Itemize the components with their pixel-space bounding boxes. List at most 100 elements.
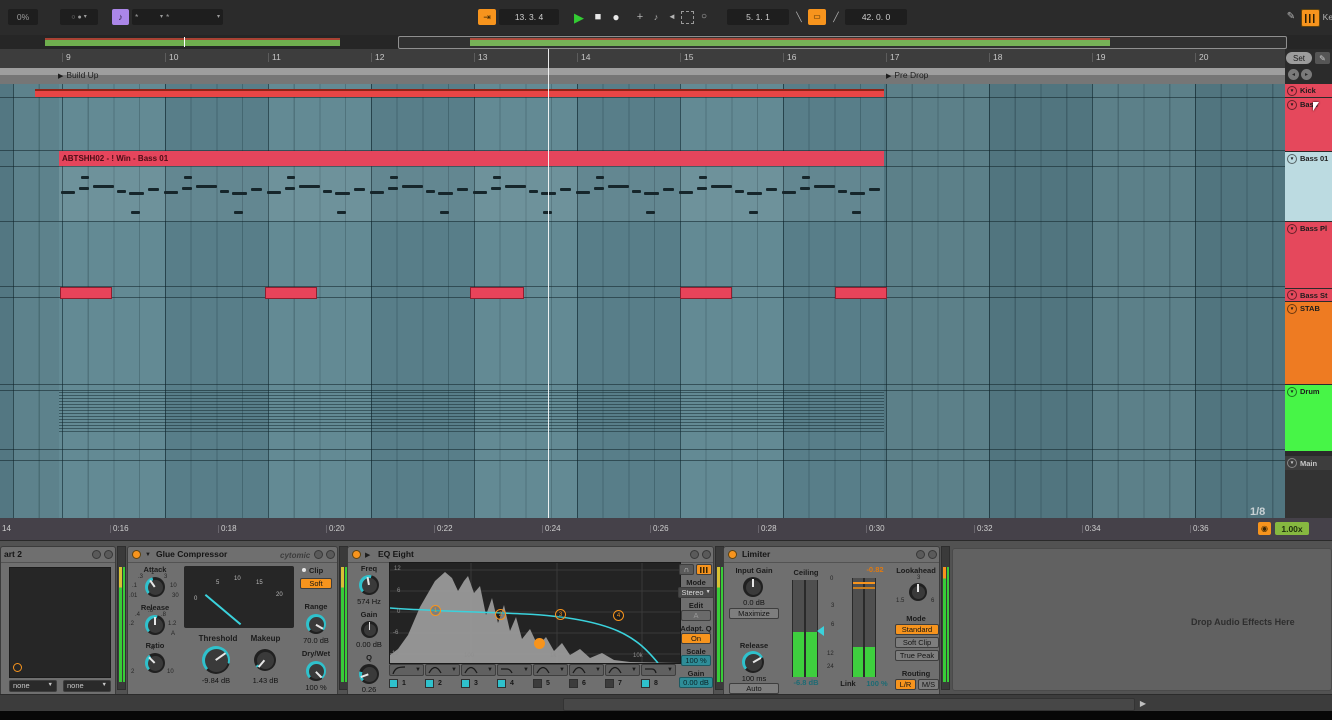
- xy-dropdown-1[interactable]: none▼: [9, 680, 57, 692]
- fold-icon[interactable]: ▾: [1287, 458, 1297, 468]
- next-marker-button[interactable]: ▸: [1301, 69, 1312, 80]
- track-header-main[interactable]: ▾Main: [1285, 456, 1332, 470]
- fold-icon[interactable]: ▾: [1287, 224, 1297, 234]
- device-eq-eight[interactable]: ▶ EQ Eight Freq 574 Hz Gain 0.00 dB Q 0.…: [347, 546, 714, 695]
- device-title-bar[interactable]: art 2: [1, 547, 115, 563]
- drywet-value[interactable]: 100 %: [293, 684, 339, 692]
- beat-time-ruler[interactable]: 9 10 11 12 13 14 15 16 17 18 19 20: [0, 49, 1285, 69]
- track-body-bass[interactable]: [1285, 111, 1332, 151]
- save-preset-icon[interactable]: [702, 550, 711, 559]
- track-header-kick[interactable]: ▾Kick: [1285, 84, 1332, 97]
- mode-dropdown[interactable]: Stereo▼: [678, 587, 714, 598]
- range-value[interactable]: 70.0 dB: [293, 637, 339, 645]
- band-toggle[interactable]: [461, 679, 470, 688]
- filter-type-dropdown[interactable]: ▼: [461, 664, 496, 676]
- midi-arrangement-overdub-icon[interactable]: ♪: [649, 9, 663, 25]
- eq-band-5[interactable]: ▼ 5: [533, 664, 568, 692]
- arrangement-view[interactable]: ABTSHH02 - ! Win - Bass 01 1/8: [0, 84, 1285, 518]
- eq-band-8[interactable]: ▼ 8: [641, 664, 676, 692]
- bass-stab-clip[interactable]: [680, 287, 732, 299]
- track-body-main[interactable]: [1285, 470, 1332, 518]
- bass-stab-clip[interactable]: [835, 287, 887, 299]
- device-power-icon[interactable]: [352, 550, 361, 559]
- filter-type-dropdown[interactable]: ▼: [533, 664, 568, 676]
- hot-swap-icon[interactable]: [92, 550, 101, 559]
- analyzer-button[interactable]: [696, 564, 712, 575]
- edit-ab-button[interactable]: A: [681, 610, 711, 621]
- eq-band-4[interactable]: ▼ 4: [497, 664, 532, 692]
- warp-icon[interactable]: ◉: [1258, 522, 1271, 535]
- loop-switch[interactable]: ▭: [808, 9, 826, 25]
- bass-stab-clip[interactable]: [60, 287, 112, 299]
- computer-midi-keyboard-button[interactable]: [1301, 9, 1320, 27]
- xy-pad[interactable]: [9, 567, 111, 678]
- routing-lr-button[interactable]: L/R: [895, 679, 916, 690]
- overview-viewport[interactable]: [398, 36, 1287, 49]
- hot-swap-icon[interactable]: [690, 550, 699, 559]
- filter-type-dropdown[interactable]: ▼: [605, 664, 640, 676]
- fold-icon[interactable]: ▾: [1287, 86, 1297, 96]
- mode-standard-button[interactable]: Standard: [895, 624, 939, 635]
- routing-ms-button[interactable]: M/S: [918, 679, 939, 690]
- scale-value[interactable]: 100 %: [681, 655, 711, 666]
- track-body-bass01[interactable]: [1285, 165, 1332, 221]
- freq-value[interactable]: 574 Hz: [348, 598, 390, 606]
- eq-band-6[interactable]: ▼ 6: [569, 664, 604, 692]
- expand-triangle-icon[interactable]: ▶: [1136, 697, 1150, 710]
- device-title-bar[interactable]: ▶ EQ Eight: [348, 547, 713, 563]
- fold-icon[interactable]: ▾: [1287, 304, 1297, 314]
- mode-softclip-button[interactable]: Soft Clip: [895, 637, 939, 648]
- midi-note-toggle[interactable]: ♪: [112, 9, 129, 25]
- draw-mode-pencil-icon[interactable]: ✎: [1284, 9, 1298, 25]
- band-toggle[interactable]: [389, 679, 398, 688]
- eq-band-3[interactable]: ▼ 3: [461, 664, 496, 692]
- play-button[interactable]: ▶: [569, 9, 589, 25]
- track-header-stab[interactable]: ▾STAB: [1285, 302, 1332, 315]
- quantize-menu[interactable]: [100, 9, 108, 25]
- groove-combo-2[interactable]: * ▾: [163, 9, 223, 25]
- key-map-button[interactable]: Key: [1319, 9, 1332, 25]
- bass-stab-clip[interactable]: [470, 287, 524, 299]
- loop-start-display[interactable]: 5. 1. 1: [727, 9, 789, 25]
- track-body-stab[interactable]: [1285, 315, 1332, 384]
- eq-band-2[interactable]: ▼ 2: [425, 664, 460, 692]
- band-toggle[interactable]: [641, 679, 650, 688]
- audition-button[interactable]: ∩: [679, 564, 694, 575]
- track-body-drum[interactable]: [1285, 398, 1332, 451]
- filter-type-dropdown[interactable]: ▼: [425, 664, 460, 676]
- track-header-drum[interactable]: ▾Drum: [1285, 385, 1332, 398]
- time-ruler[interactable]: 14 0:16 0:18 0:20 0:22 0:24 0:26 0:28 0:…: [0, 518, 1332, 540]
- band-toggle[interactable]: [425, 679, 434, 688]
- makeup-value[interactable]: 1.43 dB: [238, 677, 293, 685]
- threshold-knob[interactable]: [202, 646, 230, 674]
- soft-clip-button[interactable]: Soft: [300, 578, 332, 589]
- band-toggle[interactable]: [605, 679, 614, 688]
- bass-stab-clip[interactable]: [265, 287, 317, 299]
- band-toggle[interactable]: [533, 679, 542, 688]
- eq-band-1[interactable]: ▼ 1: [389, 664, 424, 692]
- fold-icon[interactable]: ▾: [1287, 387, 1297, 397]
- mode-truepeak-button[interactable]: True Peak: [895, 650, 939, 661]
- output-gain-value[interactable]: 0.00 dB: [679, 677, 713, 688]
- groove-combo-1[interactable]: * ▾: [132, 9, 166, 25]
- record-button[interactable]: ●: [607, 9, 625, 25]
- locator-build-up[interactable]: ▶Build Up: [58, 71, 99, 80]
- link-value[interactable]: 100 %: [860, 680, 894, 688]
- track-header-bass01[interactable]: ▾Bass 01: [1285, 152, 1332, 165]
- drywet-knob[interactable]: [306, 661, 326, 681]
- track-header-bass-st[interactable]: ▾Bass St: [1285, 289, 1332, 301]
- arrangement-position[interactable]: 13. 3. 4: [499, 9, 559, 25]
- q-value[interactable]: 0.26: [348, 686, 390, 694]
- fold-icon[interactable]: ▾: [1287, 100, 1297, 110]
- stop-button[interactable]: ■: [590, 9, 606, 25]
- device-glue-compressor[interactable]: ▼ Glue Compressor cytomic Attack .01.1.3…: [127, 546, 338, 695]
- capture-circle-icon[interactable]: ○: [697, 9, 711, 25]
- band-toggle[interactable]: [497, 679, 506, 688]
- back-to-arrangement-icon[interactable]: ◄: [665, 9, 679, 25]
- save-preset-icon[interactable]: [104, 550, 113, 559]
- io-indicator[interactable]: ○ ● ▾: [60, 9, 98, 25]
- device-limiter[interactable]: Limiter Input Gain 0.0 dB Maximize Relea…: [723, 546, 940, 695]
- playhead[interactable]: [548, 49, 549, 518]
- eq-graph[interactable]: 1234 1260-6-12 1001k10k: [389, 562, 681, 664]
- device-xy-pad[interactable]: art 2 none▼ none▼: [0, 546, 116, 695]
